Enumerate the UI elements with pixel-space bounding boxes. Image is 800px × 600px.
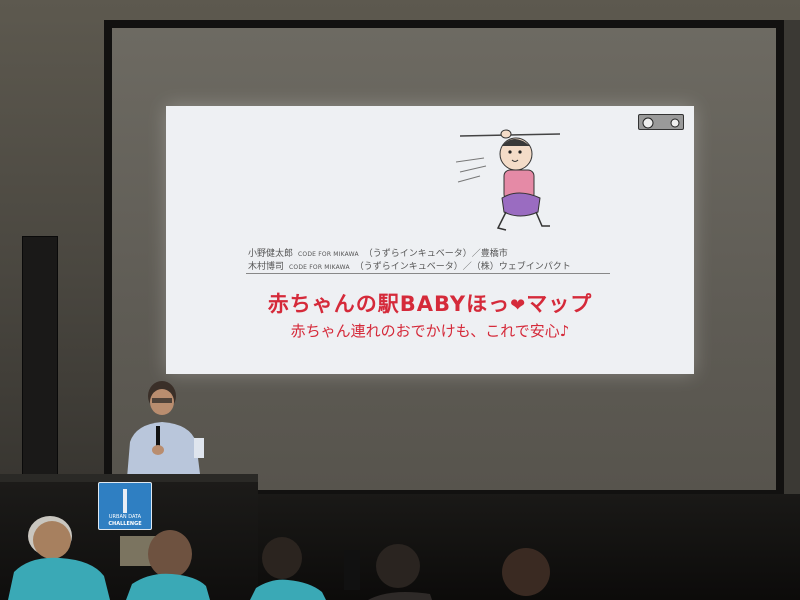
credit-org: CODE FOR MIKAWA (298, 251, 359, 258)
credit-org: CODE FOR MIKAWA (289, 264, 350, 271)
slide-title: 赤ちゃんの駅BABYほっ❤マップ (166, 288, 694, 318)
credit-name: 小野健太郎 (248, 249, 294, 259)
slide-title-text: 赤ちゃんの駅BABYほっ (267, 292, 511, 316)
credit-line: 小野健太郎 CODE FOR MIKAWA （うずらインキュベータ）／豊橋市 (248, 248, 608, 261)
loudspeaker (22, 236, 58, 478)
credit-affiliation: （うずらインキュベータ）／（株）ウェブインパクト (354, 262, 571, 272)
credit-divider (246, 273, 610, 274)
slide-subtitle: 赤ちゃん連れのおでかけも、これで安心♪ (290, 322, 570, 340)
credit-affiliation: （うずらインキュベータ）／豊橋市 (363, 249, 508, 259)
baby-illustration-icon (456, 129, 561, 231)
podium-top (0, 474, 258, 482)
credit-name: 木村博司 (248, 262, 285, 272)
heart-icon: ❤ (510, 295, 527, 316)
creative-commons-badge-icon (638, 114, 684, 130)
slide-credits: 小野健太郎 CODE FOR MIKAWA （うずらインキュベータ）／豊橋市 木村博… (248, 248, 608, 274)
presentation-photo: 小野健太郎 CODE FOR MIKAWA （うずらインキュベータ）／豊橋市 木村博… (0, 0, 800, 600)
audience (8, 516, 550, 600)
projected-slide: 小野健太郎 CODE FOR MIKAWA （うずらインキュベータ）／豊橋市 木村博… (166, 106, 694, 374)
slide-title-text-end: マップ (526, 292, 593, 316)
wall-edge (784, 20, 800, 500)
